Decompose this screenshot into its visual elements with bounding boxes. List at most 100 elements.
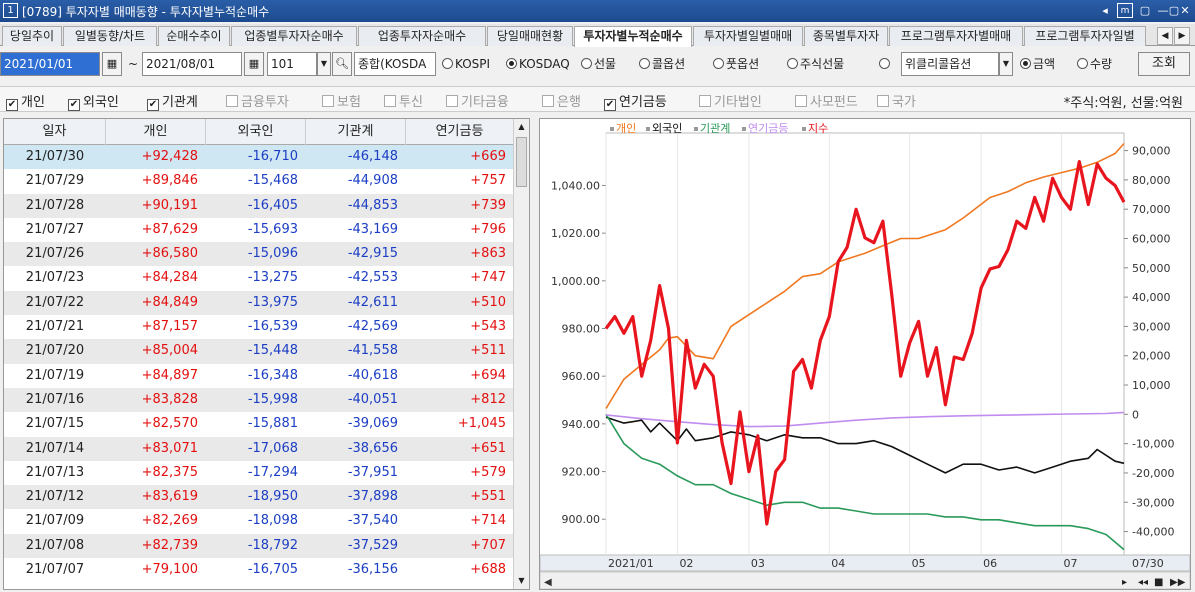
- col-institution[interactable]: 기관계: [306, 119, 406, 145]
- table-cell: 21/07/16: [25, 391, 85, 407]
- chart-nav-icon[interactable]: ▸: [1122, 577, 1127, 588]
- check-private-fund[interactable]: 사모펀드: [795, 91, 858, 110]
- check-nation[interactable]: 국가: [877, 91, 916, 110]
- right-tick-label: 80,000: [1132, 174, 1171, 187]
- col-foreign[interactable]: 외국인: [206, 119, 306, 145]
- tab-program-daily[interactable]: 프로그램투자자일별: [1024, 26, 1146, 46]
- table-cell: -16,539: [247, 319, 298, 335]
- chart-nav-icon[interactable]: ▶▶: [1170, 577, 1186, 588]
- calendar-icon[interactable]: ▦: [102, 52, 122, 76]
- table-cell: +86,580: [141, 246, 198, 262]
- table-row[interactable]: 21/07/27 +87,629 -15,693 -43,169 +796: [4, 218, 514, 242]
- table-row[interactable]: 21/07/07 +79,100 -16,705 -36,156 +688: [4, 558, 514, 582]
- close-icon[interactable]: ✕: [1177, 3, 1193, 18]
- end-date-input[interactable]: 2021/08/01: [142, 52, 242, 76]
- search-icon[interactable]: 🔍︎: [332, 52, 352, 76]
- table-row[interactable]: 21/07/23 +84,284 -13,275 -42,553 +747: [4, 266, 514, 290]
- radio-futures[interactable]: 선물: [581, 52, 616, 76]
- table-cell: -13,975: [247, 294, 298, 310]
- check-bank[interactable]: 은행: [542, 91, 581, 110]
- table-row[interactable]: 21/07/14 +83,071 -17,068 -38,656 +651: [4, 436, 514, 461]
- table-row[interactable]: 21/07/16 +83,828 -15,998 -40,051 +812: [4, 387, 514, 413]
- table-row[interactable]: 21/07/30 +92,428 -16,710 -46,148 +669: [4, 145, 514, 170]
- check-financial-investment[interactable]: 금융투자: [226, 91, 289, 110]
- tab-net-buy-trend[interactable]: 순매수추이: [158, 26, 230, 46]
- right-tick-label: -20,000: [1132, 467, 1174, 480]
- radio-quantity[interactable]: 수량: [1077, 52, 1112, 76]
- table-cell: -42,915: [347, 246, 398, 262]
- table-cell: +92,428: [141, 149, 198, 164]
- scroll-down-icon[interactable]: ▼: [514, 573, 529, 589]
- check-insurance[interactable]: 보험: [322, 91, 361, 110]
- radio-kosdaq[interactable]: KOSDAQ: [506, 52, 570, 76]
- code-input[interactable]: 101: [267, 52, 317, 76]
- weekly-dropdown-icon[interactable]: ▼: [999, 52, 1013, 76]
- table-row[interactable]: 21/07/12 +83,619 -18,950 -37,898 +551: [4, 485, 514, 510]
- col-pension[interactable]: 연기금등: [406, 119, 514, 145]
- table-cell: -43,169: [347, 221, 398, 237]
- x-end-label: 07/30: [1132, 557, 1164, 570]
- tab-sector-investor[interactable]: 업종투자자순매수: [358, 26, 486, 46]
- investor-filter-bar: ✔ 개인 ✔ 외국인 ✔ 기관계 금융투자 보험 투신 기타금융 은행 ✔ 연기금등 기…: [0, 86, 1195, 112]
- check-pension[interactable]: ✔ 연기금등: [604, 91, 667, 111]
- calendar-icon[interactable]: ▦: [244, 52, 264, 76]
- radio-put-option[interactable]: 풋옵션: [713, 52, 759, 76]
- table-row[interactable]: 21/07/21 +87,157 -16,539 -42,569 +543: [4, 315, 514, 339]
- tab-daily-chart[interactable]: 일별동향/차트: [63, 26, 157, 46]
- table-cell: +87,157: [141, 319, 198, 335]
- chart-nav-icon[interactable]: ◂◂: [1138, 577, 1148, 588]
- table-cell: +812: [470, 391, 506, 407]
- table-cell: +89,846: [141, 173, 198, 189]
- table-row[interactable]: 21/07/13 +82,375 -17,294 -37,951 +579: [4, 461, 514, 485]
- check-institution[interactable]: ✔ 기관계: [147, 91, 198, 111]
- right-tick-label: 20,000: [1132, 350, 1171, 363]
- radio-weekly[interactable]: [879, 52, 892, 76]
- tab-prev-icon[interactable]: ◀: [1157, 27, 1173, 45]
- table-row[interactable]: 21/07/22 +84,849 -13,975 -42,611 +510: [4, 290, 514, 316]
- check-other-finance[interactable]: 기타금융: [446, 91, 509, 110]
- right-tick-label: -30,000: [1132, 496, 1174, 509]
- tab-next-icon[interactable]: ▶: [1174, 27, 1190, 45]
- code-dropdown-icon[interactable]: ▼: [317, 52, 331, 76]
- check-individual[interactable]: ✔ 개인: [6, 91, 45, 111]
- table-cell: -40,618: [347, 367, 398, 383]
- col-date[interactable]: 일자: [4, 119, 106, 145]
- tab-daily-trend[interactable]: 당일추이: [2, 26, 62, 46]
- chart-nav-icon[interactable]: ■: [1154, 577, 1163, 588]
- radio-amount[interactable]: 금액: [1020, 52, 1055, 76]
- memo-icon[interactable]: m: [1117, 3, 1133, 18]
- radio-stock-futures[interactable]: 주식선물: [787, 52, 844, 76]
- tab-stock-investor[interactable]: 종목별투자자: [804, 26, 888, 46]
- tab-program-investor[interactable]: 프로그램투자자별매매: [889, 26, 1023, 46]
- table-row[interactable]: 21/07/08 +82,739 -18,792 -37,529 +707: [4, 533, 514, 559]
- start-date-input[interactable]: 2021/01/01: [0, 52, 100, 76]
- col-individual[interactable]: 개인: [106, 119, 206, 145]
- table-row[interactable]: 21/07/26 +86,580 -15,096 -42,915 +863: [4, 242, 514, 267]
- radio-call-option[interactable]: 콜옵션: [639, 52, 685, 76]
- table-row[interactable]: 21/07/19 +84,897 -16,348 -40,618 +694: [4, 364, 514, 388]
- tab-cumulative-net-buy[interactable]: 투자자별누적순매수: [574, 26, 692, 47]
- radio-kospi[interactable]: KOSPI: [442, 52, 490, 76]
- cumulative-chart: 900.00 920.00 940.00 960.00 980.00 1,000.00 1,…: [539, 118, 1191, 590]
- check-other-corp[interactable]: 기타법인: [699, 91, 762, 110]
- restore-icon[interactable]: ▢: [1137, 3, 1153, 18]
- tab-today-trades[interactable]: 당일매매현황: [487, 26, 573, 46]
- scroll-up-icon[interactable]: ▲: [514, 119, 529, 135]
- table-row[interactable]: 21/07/20 +85,004 -15,448 -41,558 +511: [4, 339, 514, 364]
- check-foreign[interactable]: ✔ 외국인: [68, 91, 119, 111]
- check-trust[interactable]: 투신: [384, 91, 423, 110]
- chart-scroll-left-icon[interactable]: ◀: [544, 577, 552, 588]
- collapse-icon[interactable]: ◂: [1097, 3, 1113, 18]
- table-row[interactable]: 21/07/28 +90,191 -16,405 -44,853 +739: [4, 193, 514, 218]
- tab-sector-investor-net[interactable]: 업종별투자자순매수: [231, 26, 357, 46]
- table-row[interactable]: 21/07/09 +82,269 -18,098 -37,540 +714: [4, 509, 514, 533]
- tab-investor-daily[interactable]: 투자자별일별매매: [693, 26, 803, 46]
- table-row[interactable]: 21/07/15 +82,570 -15,881 -39,069 +1,045: [4, 412, 514, 436]
- table-row[interactable]: 21/07/29 +89,846 -15,468 -44,908 +757: [4, 169, 514, 193]
- table-scrollbar[interactable]: ▲ ▼: [513, 119, 529, 589]
- weekly-option-select[interactable]: 위클리콜옵션: [901, 52, 999, 76]
- scroll-thumb[interactable]: [516, 137, 527, 187]
- window-titlebar: 1 [0789] 투자자별 매매동향 - 투자자별누적순매수 ◂ m ▢ — ▢…: [0, 0, 1195, 22]
- query-button[interactable]: 조회: [1138, 52, 1190, 76]
- table-cell: +551: [470, 489, 506, 505]
